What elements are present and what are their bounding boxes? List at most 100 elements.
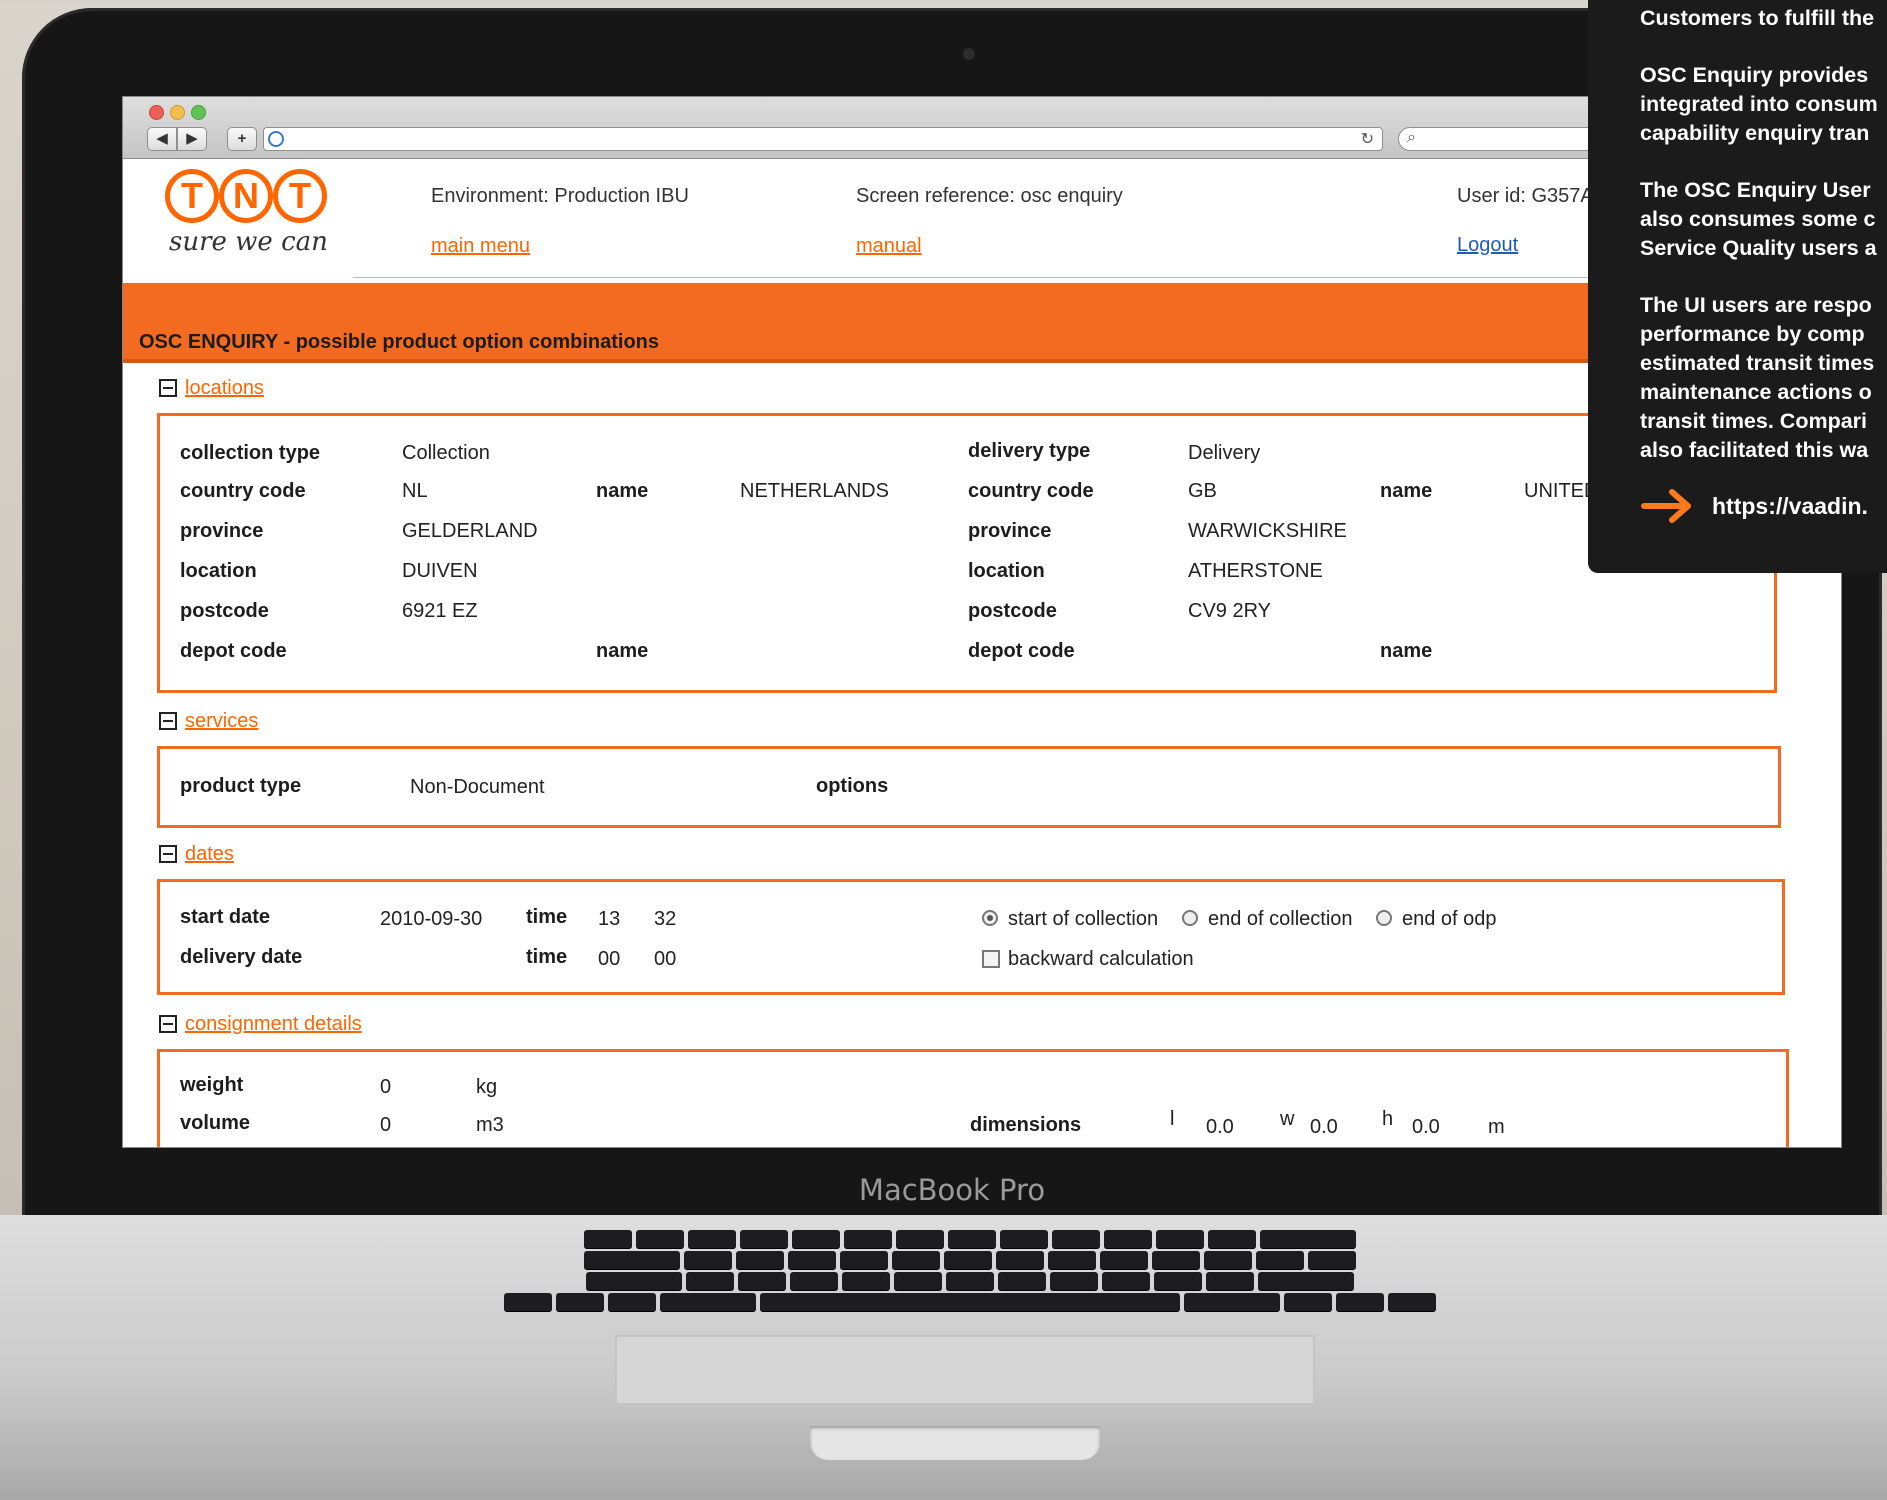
collection-type-label: collection type — [180, 442, 321, 464]
radio-end-of-collection[interactable] — [1182, 910, 1198, 926]
dates-section-header[interactable]: dates — [159, 841, 234, 867]
screen-reference-text: Screen reference: osc enquiry — [856, 185, 1123, 207]
delivery-minute-value[interactable]: 00 — [654, 948, 676, 971]
locations-section-header[interactable]: locations — [159, 375, 264, 401]
add-bookmark-button[interactable]: + — [227, 127, 257, 151]
info-line: maintenance actions o — [1640, 380, 1872, 404]
key — [688, 1230, 736, 1248]
key — [1154, 1272, 1202, 1290]
reload-icon[interactable]: ↻ — [1361, 129, 1374, 149]
browser-toolbar: ◀ ▶ + ↻ ⌕ — [123, 97, 1841, 159]
info-line: The UI users are respo — [1640, 293, 1872, 317]
locations-link[interactable]: locations — [185, 377, 264, 400]
key — [1102, 1272, 1150, 1290]
delivery-country-code-value: GB — [1188, 480, 1217, 502]
start-minute-value[interactable]: 32 — [654, 908, 676, 931]
delivery-hour-value[interactable]: 00 — [598, 948, 620, 971]
key — [1050, 1272, 1098, 1290]
window-minimize-button[interactable] — [170, 105, 185, 120]
weight-value[interactable]: 0 — [380, 1076, 391, 1099]
dates-link[interactable]: dates — [185, 843, 234, 866]
key — [1184, 1293, 1280, 1311]
delivery-location-label: location — [968, 560, 1045, 582]
start-hour-value[interactable]: 13 — [598, 908, 620, 931]
key — [556, 1293, 604, 1311]
collection-country-code-label: country code — [180, 480, 306, 502]
collection-country-code-value: NL — [402, 480, 428, 502]
key — [1052, 1230, 1100, 1248]
volume-unit: m3 — [476, 1114, 504, 1136]
key — [1048, 1251, 1096, 1269]
window-close-button[interactable] — [149, 105, 164, 120]
key — [1100, 1251, 1148, 1269]
key — [1336, 1293, 1384, 1311]
device-label: MacBook Pro — [858, 1173, 1046, 1207]
info-line: The OSC Enquiry User — [1640, 178, 1871, 202]
radio-start-of-collection[interactable] — [982, 910, 998, 926]
window-maximize-button[interactable] — [191, 105, 206, 120]
address-bar[interactable]: ↻ — [263, 127, 1383, 151]
services-section-header[interactable]: services — [159, 708, 258, 734]
key — [1204, 1251, 1252, 1269]
delivery-depot-code-label: depot code — [968, 640, 1075, 662]
main-menu-link[interactable]: main menu — [431, 235, 530, 258]
consignment-section-header[interactable]: consignment details — [159, 1011, 362, 1037]
collapse-icon[interactable] — [159, 845, 177, 863]
back-button[interactable]: ◀ — [147, 127, 177, 151]
logout-link[interactable]: Logout — [1457, 234, 1518, 257]
radio-end-of-collection-label[interactable]: end of collection — [1208, 908, 1353, 931]
vaadin-link[interactable]: https://vaadin. — [1712, 493, 1868, 520]
app-header: T N T sure we can Environment: Productio… — [123, 159, 1841, 278]
forward-button[interactable]: ▶ — [177, 127, 207, 151]
collapse-icon[interactable] — [159, 712, 177, 730]
key — [840, 1251, 888, 1269]
collapse-icon[interactable] — [159, 379, 177, 397]
logo-letter-t: T — [165, 169, 219, 223]
key — [842, 1272, 890, 1290]
key — [892, 1251, 940, 1269]
volume-value[interactable]: 0 — [380, 1114, 391, 1137]
key — [738, 1272, 786, 1290]
key — [1152, 1251, 1200, 1269]
collection-province-label: province — [180, 520, 264, 542]
delivery-country-code-label: country code — [968, 480, 1094, 502]
radio-end-of-odp-label[interactable]: end of odp — [1402, 908, 1497, 931]
consignment-details-link[interactable]: consignment details — [185, 1013, 362, 1036]
services-link[interactable]: services — [185, 710, 258, 733]
height-label: h — [1382, 1108, 1394, 1130]
delivery-province-value: WARWICKSHIRE — [1188, 520, 1347, 542]
arrow-right-icon — [1641, 489, 1691, 523]
collection-name-value: NETHERLANDS — [740, 480, 889, 502]
delivery-name-label: name — [1380, 480, 1433, 502]
key — [684, 1251, 732, 1269]
info-line: estimated transit times — [1640, 351, 1875, 375]
collection-location-label: location — [180, 560, 257, 582]
info-paragraph-1: Customers to fulfill the — [1640, 4, 1887, 33]
backward-calculation-checkbox[interactable] — [982, 950, 1000, 968]
delivery-date-label: delivery date — [180, 946, 303, 968]
collection-postcode-value: 6921 EZ — [402, 600, 478, 622]
key — [948, 1230, 996, 1248]
environment-text: Environment: Production IBU — [431, 185, 689, 207]
search-icon: ⌕ — [1407, 129, 1416, 146]
length-value[interactable]: 0.0 — [1206, 1116, 1234, 1139]
backward-calculation-label[interactable]: backward calculation — [1008, 948, 1194, 971]
radio-start-of-collection-label[interactable]: start of collection — [1008, 908, 1158, 931]
width-value[interactable]: 0.0 — [1310, 1116, 1338, 1139]
key — [894, 1272, 942, 1290]
delivery-type-label: delivery type — [968, 440, 1091, 462]
start-date-value[interactable]: 2010-09-30 — [380, 908, 482, 931]
info-line: OSC Enquiry provides — [1640, 63, 1869, 87]
info-link-row[interactable]: https://vaadin. — [1640, 488, 1868, 524]
height-value[interactable]: 0.0 — [1412, 1116, 1440, 1139]
start-date-label: start date — [180, 906, 271, 928]
radio-end-of-odp[interactable] — [1376, 910, 1392, 926]
key — [792, 1230, 840, 1248]
key — [1000, 1230, 1048, 1248]
collapse-icon[interactable] — [159, 1015, 177, 1033]
product-type-value[interactable]: Non-Document — [410, 776, 545, 799]
collection-type-value: Collection — [402, 442, 490, 464]
key — [504, 1293, 552, 1311]
collection-depot-code-label: depot code — [180, 640, 287, 662]
manual-link[interactable]: manual — [856, 235, 922, 258]
